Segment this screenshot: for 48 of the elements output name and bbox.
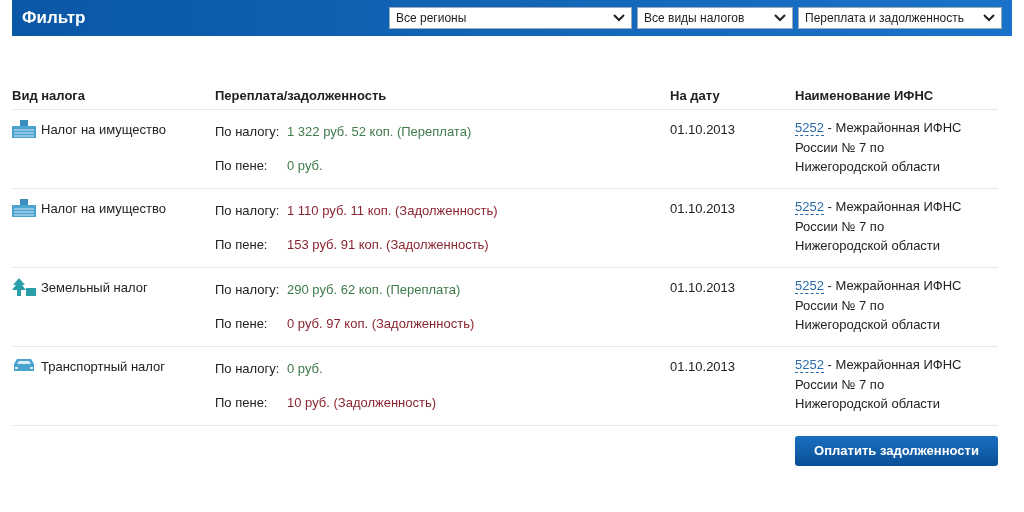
column-header: Вид налога — [12, 86, 86, 105]
filter-title: Фильтр — [22, 7, 87, 30]
amount-label: По налогу: — [215, 123, 281, 141]
column-header: На дату — [670, 86, 721, 105]
car-icon — [12, 357, 36, 373]
building-icon — [12, 199, 36, 217]
amount-label: По пене: — [215, 314, 269, 333]
ifns-name: 5252 - Межрайонная ИФНС России № 7 по Нижегородской области — [795, 119, 963, 176]
amount-value: 0 руб. — [287, 360, 323, 378]
amount-label: По налогу: — [215, 202, 281, 220]
amount-value: 10 руб. (Задолженность) — [287, 393, 437, 412]
tax-type: Земельный налог — [41, 279, 148, 297]
date-text: 01.10.2013 — [670, 121, 737, 136]
chevron-down-icon — [774, 14, 786, 22]
amount-label: По налогу: — [215, 281, 281, 299]
amount-label: По пене: — [215, 156, 269, 175]
column-header: Наименование ИФНС — [795, 86, 935, 105]
column-header: Переплата/задолженность — [215, 86, 388, 105]
ifns-name: 5252 - Межрайонная ИФНС России № 7 по Нижегородской области — [795, 277, 963, 334]
tax-type: Транспортный налог — [41, 358, 166, 376]
amount-value: 153 руб. 91 коп. (Задолженность) — [287, 235, 489, 254]
chevron-down-icon — [613, 14, 625, 22]
ifns-name: 5252 - Межрайонная ИФНС России № 7 по Нижегородской области — [795, 356, 963, 413]
dropdown-select[interactable]: Все виды налогов — [637, 7, 793, 29]
amount-value: 0 руб. 97 коп. (Задолженность) — [287, 314, 475, 333]
amount-label: По налогу: — [215, 360, 281, 378]
chevron-down-icon — [983, 14, 995, 22]
date-text: 01.10.2013 — [670, 358, 737, 373]
amount-label: По пене: — [215, 393, 269, 412]
date-text: 01.10.2013 — [670, 200, 737, 215]
amount-value: 290 руб. 62 коп. (Переплата) — [287, 281, 461, 299]
dropdown-select[interactable]: Переплата и задолженность — [798, 7, 1002, 29]
ifns-code-link[interactable]: 5252 — [795, 357, 824, 373]
amount-label: По пене: — [215, 235, 269, 254]
pay-debts-button[interactable]: Оплатить задолженности — [795, 436, 998, 466]
amount-value: 1 110 руб. 11 коп. (Задолженность) — [287, 202, 498, 220]
building-icon — [12, 120, 36, 138]
tax-type: Налог на имущество — [41, 200, 167, 218]
ifns-name: 5252 - Межрайонная ИФНС России № 7 по Нижегородской области — [795, 198, 963, 255]
ifns-code-link[interactable]: 5252 — [795, 120, 824, 136]
amount-value: 1 322 руб. 52 коп. (Переплата) — [287, 123, 472, 141]
date-text: 01.10.2013 — [670, 279, 737, 294]
ifns-code-link[interactable]: 5252 — [795, 199, 824, 215]
amount-value: 0 руб. — [287, 156, 323, 175]
tax-type: Налог на имущество — [41, 121, 167, 139]
trees-icon — [12, 278, 36, 296]
ifns-code-link[interactable]: 5252 — [795, 278, 824, 294]
dropdown-select[interactable]: Все регионы — [389, 7, 632, 29]
